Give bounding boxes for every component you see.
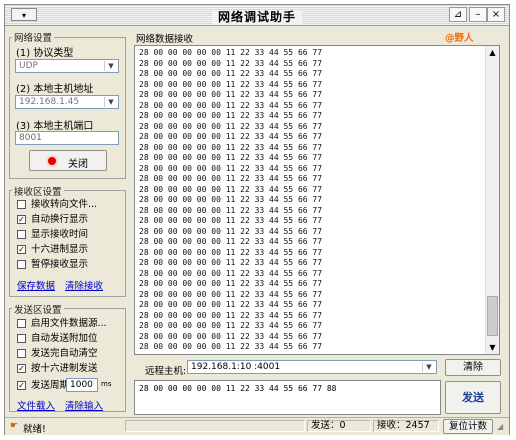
send-option-checkbox[interactable]: 自动发送附加位: [17, 332, 125, 345]
checkbox-box: ✓: [17, 245, 26, 254]
send-button[interactable]: 发送: [445, 381, 501, 414]
resize-grip-icon: ◢: [497, 422, 504, 431]
send-option-label: 发送完自动清空: [31, 348, 98, 359]
period-unit-label: ms: [101, 380, 112, 388]
remote-host-select[interactable]: 192.168.1:10 :4001 ▼: [187, 360, 437, 374]
checkbox-box: [17, 319, 26, 328]
file-load-link[interactable]: 文件载入: [17, 398, 55, 412]
receive-textarea[interactable]: 28 00 00 00 00 00 11 22 33 44 55 66 77 2…: [134, 45, 500, 355]
send-option-checkbox[interactable]: ✓ 按十六进制发送: [17, 362, 125, 375]
pin-button[interactable]: ⊿: [449, 7, 467, 22]
send-option-label: 启用文件数据源...: [31, 318, 107, 329]
checkbox-box: [17, 200, 26, 209]
title-bar: ▾ 网络调试助手 ⊿ – ×: [5, 5, 509, 26]
host-value: 192.168.1.45: [19, 97, 80, 107]
recv-settings-label: 接收区设置: [12, 184, 64, 198]
host-select[interactable]: 192.168.1.45 ▼: [15, 95, 119, 109]
send-period-label: 发送周期: [31, 380, 70, 391]
checkbox-box: [17, 260, 26, 269]
close-window-button[interactable]: ×: [487, 7, 505, 22]
recv-count: 接收：2457: [373, 420, 439, 432]
send-option-label: 按十六进制发送: [31, 363, 98, 374]
close-connection-label: 关闭: [68, 159, 88, 170]
recv-option-checkbox[interactable]: 接收转向文件...: [17, 198, 125, 211]
protocol-value: UDP: [19, 61, 38, 71]
send-option-checkbox[interactable]: 发送完自动清空: [17, 347, 125, 360]
scroll-down-icon[interactable]: ▼: [486, 341, 499, 354]
checkbox-box: [17, 334, 26, 343]
scroll-up-icon[interactable]: ▲: [486, 46, 499, 59]
close-connection-button[interactable]: 关闭: [29, 150, 107, 171]
chevron-down-icon: ▼: [422, 362, 435, 372]
recv-option-checkbox[interactable]: 显示接收时间: [17, 228, 125, 241]
checkbox-box: [17, 349, 26, 358]
receive-scrollbar[interactable]: ▲ ▼: [485, 46, 499, 354]
send-option-checkbox[interactable]: 启用文件数据源...: [17, 317, 125, 330]
recv-option-checkbox[interactable]: 暂停接收显示: [17, 258, 125, 271]
port-label: (3) 本地主机端口: [16, 121, 94, 132]
net-settings-label: 网络设置: [12, 30, 55, 44]
checkbox-box: ✓: [17, 364, 26, 373]
status-pane-empty: [125, 420, 305, 432]
send-textarea[interactable]: 28 00 00 00 00 00 11 22 33 44 55 66 77 8…: [134, 380, 441, 415]
chevron-down-icon: ▼: [104, 97, 117, 107]
send-settings-label: 发送区设置: [12, 302, 64, 316]
status-bar: ☛ 就绪! 发送：0 接收：2457 复位计数 ◢: [5, 417, 509, 435]
reset-count-button[interactable]: 复位计数: [443, 419, 493, 434]
clear-receive-link[interactable]: 清除接收: [65, 278, 103, 292]
recv-option-checkbox[interactable]: ✓ 十六进制显示: [17, 243, 125, 256]
receive-data-lines: 28 00 00 00 00 00 11 22 33 44 55 66 77 2…: [139, 48, 323, 351]
window-title: 网络调试助手: [5, 8, 509, 25]
checkbox-box: [17, 230, 26, 239]
main-window: ▾ 网络调试助手 ⊿ – × 网络设置 (1) 协议类型 UDP ▼ (2) 本…: [4, 4, 510, 435]
receive-area-label: 网络数据接收: [136, 34, 194, 45]
status-dot-icon: [48, 157, 56, 165]
recv-option-label: 自动换行显示: [31, 214, 89, 225]
host-label: (2) 本地主机地址: [16, 84, 94, 95]
save-data-link[interactable]: 保存数据: [17, 278, 55, 292]
clear-input-link[interactable]: 清除输入: [65, 398, 103, 412]
remote-host-label: 远程主机:: [145, 366, 187, 377]
status-icon: ☛: [10, 421, 19, 431]
chevron-down-icon: ▼: [104, 61, 117, 71]
send-count: 发送：0: [307, 420, 371, 432]
recv-option-label: 显示接收时间: [31, 229, 89, 240]
recv-option-checkbox[interactable]: ✓ 自动换行显示: [17, 213, 125, 226]
send-option-label: 自动发送附加位: [31, 333, 98, 344]
recv-option-label: 接收转向文件...: [31, 199, 98, 210]
checkbox-box: ✓: [17, 215, 26, 224]
recv-option-label: 十六进制显示: [31, 244, 89, 255]
checkbox-box: ✓: [17, 381, 26, 390]
protocol-label: (1) 协议类型: [16, 48, 74, 59]
scroll-thumb[interactable]: [487, 296, 498, 336]
recv-option-label: 暂停接收显示: [31, 259, 89, 270]
minimize-button[interactable]: –: [469, 7, 487, 22]
port-input[interactable]: 8001: [15, 131, 119, 145]
protocol-select[interactable]: UDP ▼: [15, 59, 119, 73]
status-ready: 就绪!: [23, 424, 46, 435]
clear-remote-button[interactable]: 清除: [445, 359, 501, 376]
remote-host-value: 192.168.1:10 :4001: [191, 362, 281, 372]
send-period-input[interactable]: 1000: [66, 378, 98, 392]
